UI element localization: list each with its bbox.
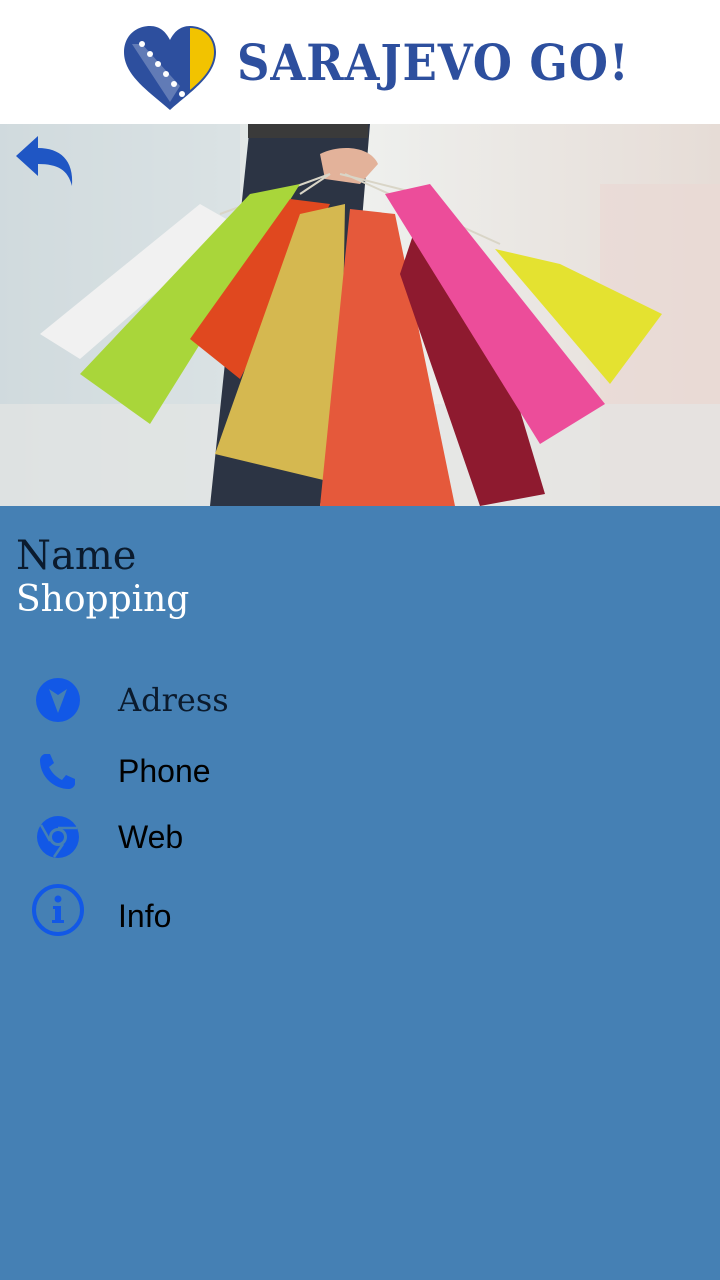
hero-image xyxy=(0,124,720,506)
logo-heart-icon xyxy=(124,26,216,110)
back-arrow-icon xyxy=(16,136,73,186)
location-arrow-icon xyxy=(30,670,86,730)
back-button[interactable] xyxy=(12,128,78,194)
place-name: Shopping xyxy=(16,579,190,620)
address-label: Adress xyxy=(118,681,229,719)
web-row[interactable]: Web xyxy=(0,807,720,867)
phone-icon xyxy=(30,741,86,801)
phone-row[interactable]: Phone xyxy=(0,741,720,801)
web-label: Web xyxy=(118,819,184,855)
info-icon xyxy=(30,880,86,940)
app-header: SARAJEVO GO! xyxy=(0,0,720,124)
info-row[interactable]: Info xyxy=(0,884,720,946)
address-row[interactable]: Adress xyxy=(0,670,720,730)
chrome-icon xyxy=(30,807,86,867)
shopping-bags-illustration xyxy=(0,124,720,506)
phone-label: Phone xyxy=(118,753,211,789)
info-label: Info xyxy=(118,898,172,934)
name-label: Name xyxy=(16,533,137,579)
app-logo-text: SARAJEVO GO! xyxy=(237,33,630,92)
